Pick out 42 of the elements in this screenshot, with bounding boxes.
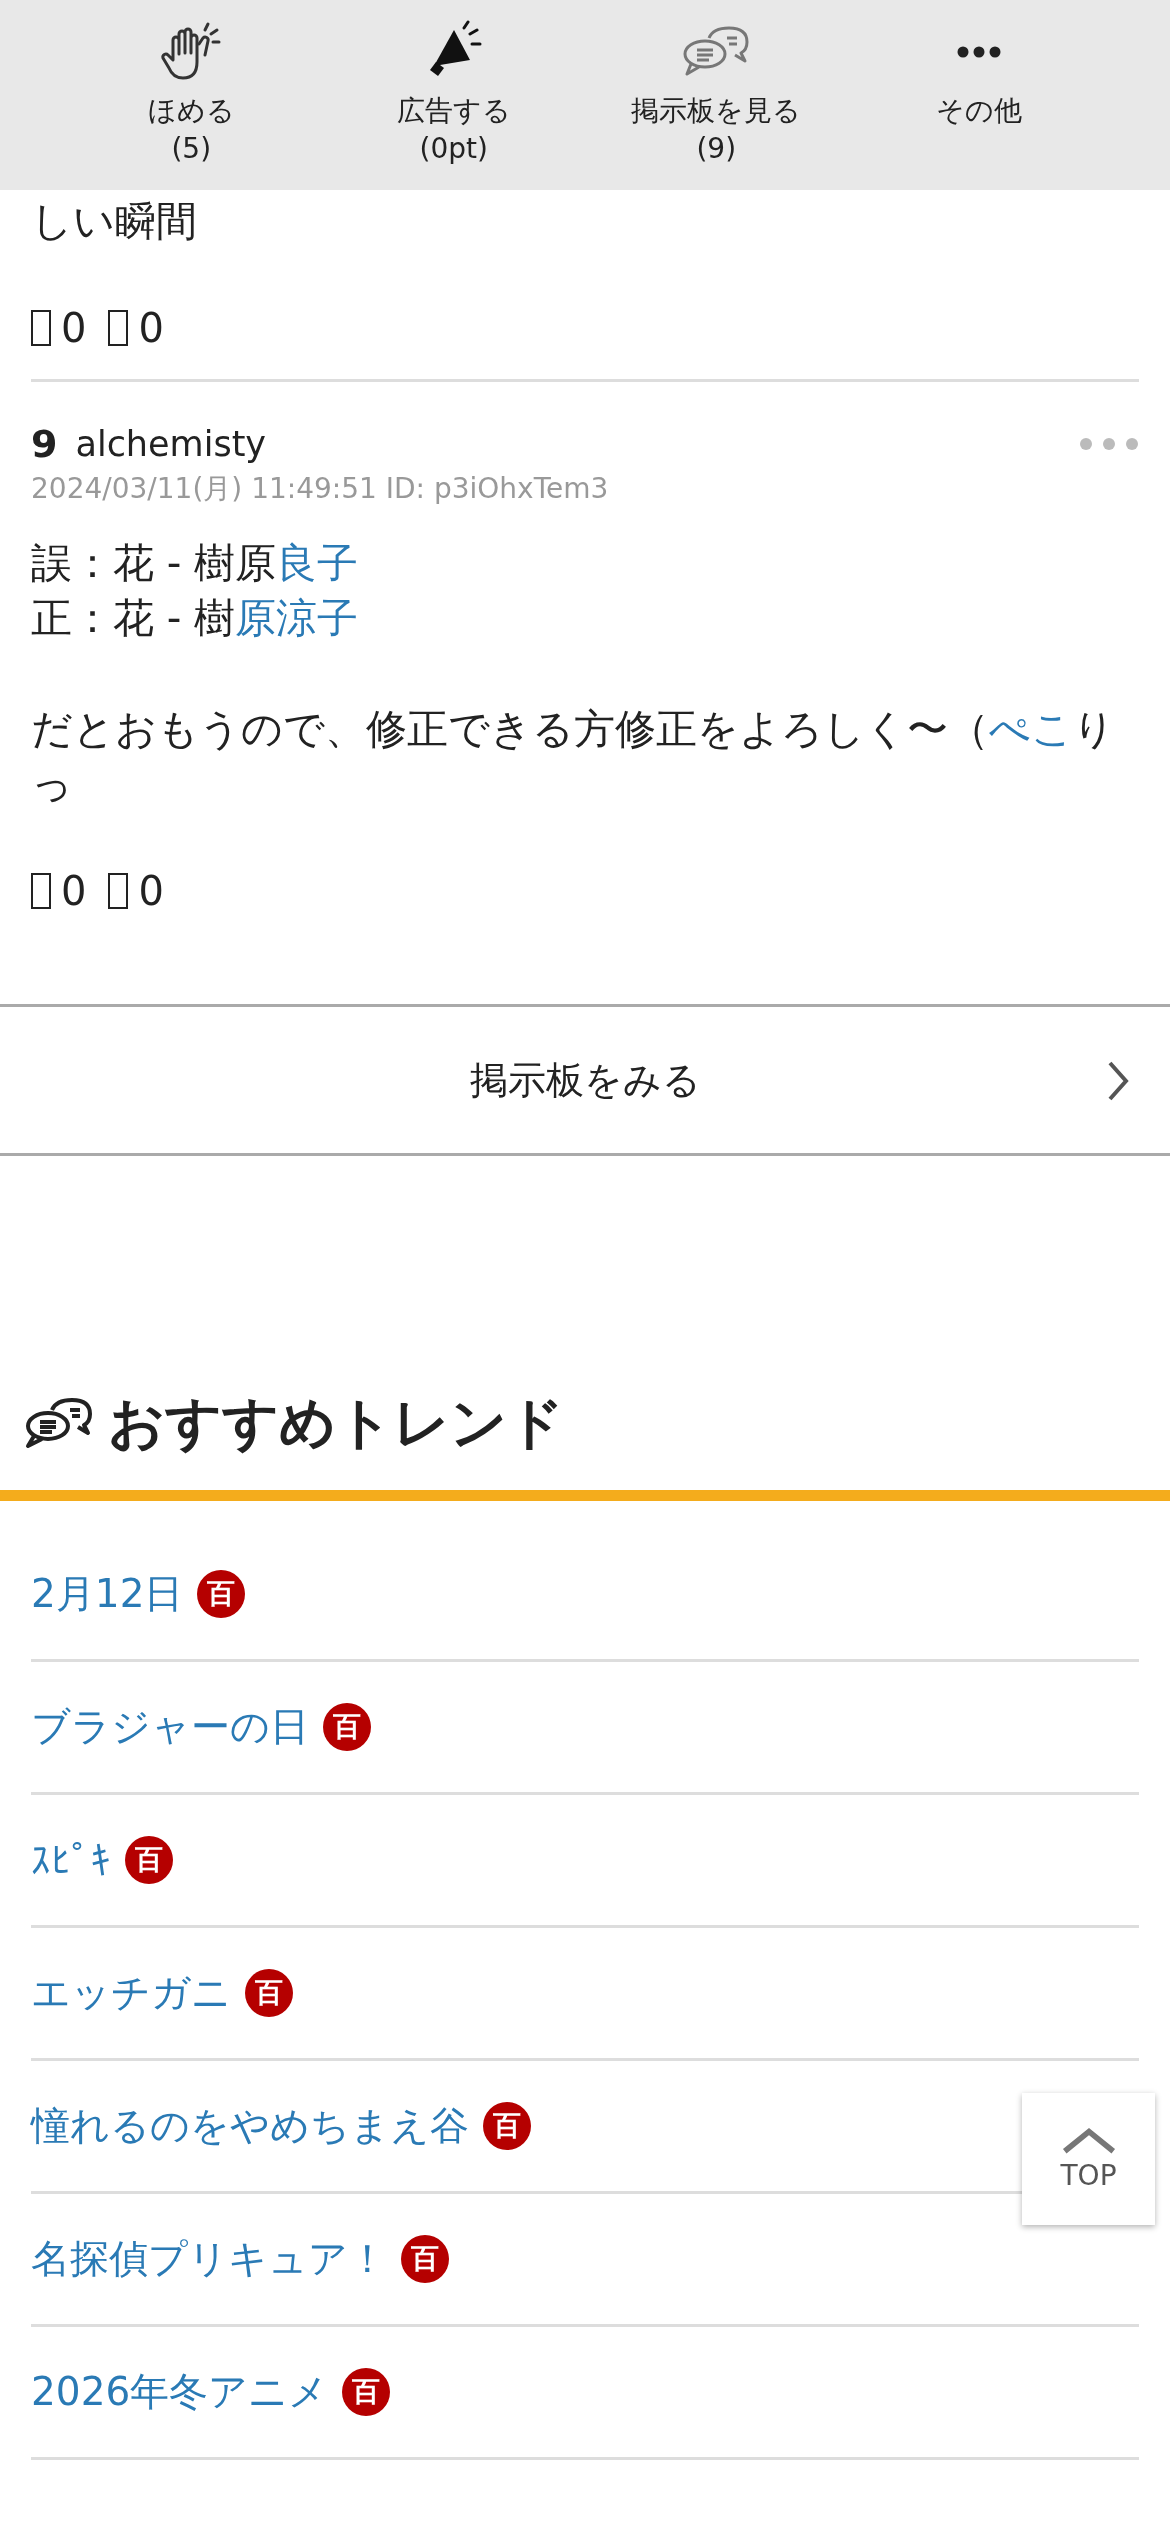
encyclopedia-badge: 百: [323, 1703, 371, 1751]
reaction-count: 0: [61, 305, 87, 351]
toolbar-button[interactable]: 広告する (0pt): [322, 0, 585, 190]
keyword-link[interactable]: 良子: [276, 539, 359, 587]
toolbar-button[interactable]: 掲示板を見る (9): [585, 0, 848, 190]
reaction-icon[interactable]: [31, 873, 51, 909]
comment-text: だとおもうので、修正できる方修正をよろしく〜（ぺこ りっ: [31, 704, 1116, 810]
trend-link[interactable]: ブラジャーの日: [31, 1700, 309, 1754]
chevron-right-icon: [1106, 1059, 1130, 1103]
trend-link[interactable]: ｽﾋﾟｷ: [31, 1837, 111, 1883]
encyclopedia-badge: 百: [125, 1836, 173, 1884]
more-icon: [956, 46, 1001, 58]
reaction-count: 0: [61, 868, 87, 914]
reaction-icon[interactable]: [108, 873, 129, 909]
keyword-link[interactable]: 原涼子: [235, 594, 359, 642]
trend-link[interactable]: エッチガニ: [31, 1966, 231, 2020]
trend-link[interactable]: 2月12日: [31, 1567, 184, 1621]
reaction-count: 0: [138, 305, 164, 351]
reaction-icon[interactable]: [108, 310, 129, 346]
reaction-count: 0: [138, 868, 164, 914]
encyclopedia-badge: 百: [401, 2235, 449, 2283]
reaction-icon[interactable]: [31, 310, 51, 346]
trend-link[interactable]: 憧れるのをやめちまえ谷: [31, 2099, 469, 2153]
keyword-link[interactable]: ぺこ: [989, 705, 1073, 753]
chevron-up-icon: [1060, 2126, 1117, 2155]
encyclopedia-badge: 百: [245, 1969, 293, 2017]
encyclopedia-badge: 百: [197, 1570, 246, 1618]
comment-meta: 2024/03/11(月) 11:49:51 ID: p3iOhxTem3: [31, 471, 610, 507]
toolbar-button[interactable]: その他: [847, 0, 1110, 190]
section-title: おすすめトレンド: [108, 1389, 564, 1457]
encyclopedia-badge: 百: [483, 2102, 531, 2150]
comment-number: 9: [31, 422, 58, 466]
trend-link[interactable]: 2026年冬アニメ: [31, 2365, 329, 2419]
back-to-top-button[interactable]: TOP: [1022, 2093, 1155, 2225]
encyclopedia-badge: 百: [342, 2368, 391, 2416]
toolbar-button[interactable]: ほめる (5): [60, 0, 323, 190]
comment-text: 誤：花 - 樹原良子: [31, 538, 360, 589]
comment-text: 正：花 - 樹原涼子: [31, 593, 360, 644]
user-name: alchemisty: [75, 424, 267, 464]
comment-text: しい瞬間: [31, 196, 198, 247]
trend-link[interactable]: 名探偵プリキュア！: [31, 2232, 387, 2286]
board-link-button[interactable]: 掲示板をみる: [0, 1004, 1170, 1156]
